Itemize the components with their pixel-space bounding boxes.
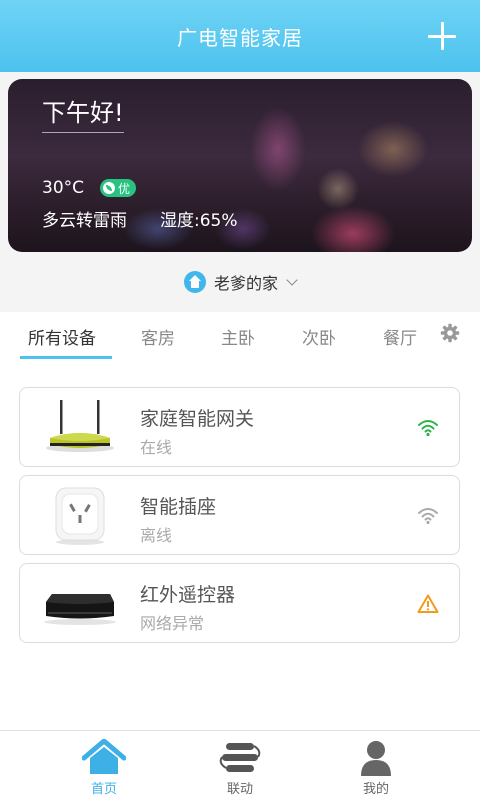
weather-card: 下午好! 30°C 优 多云转雷雨 湿度:65% (8, 79, 472, 252)
smart-plug-device-image (55, 487, 105, 545)
wifi-online-icon (418, 420, 438, 437)
router-device-image (46, 400, 114, 452)
linkage-icon (219, 743, 261, 772)
home-icon (183, 271, 206, 293)
device-name: 红外遥控器 (140, 584, 236, 606)
device-name: 家庭智能网关 (140, 408, 255, 430)
device-card-ir-remote[interactable]: 红外遥控器 网络异常 (19, 563, 460, 643)
home-name: 老爹的家 (213, 274, 278, 293)
ir-remote-device-image (44, 594, 116, 625)
aqi-badge: 优 (100, 179, 137, 197)
device-card-smart-plug[interactable]: 智能插座 离线 (19, 475, 460, 555)
device-name: 智能插座 (140, 496, 217, 518)
page-title: 广电智能家居 (177, 25, 303, 50)
nav-label-profile: 我的 (362, 782, 389, 797)
device-status: 离线 (140, 526, 173, 545)
gear-icon[interactable] (440, 323, 460, 343)
home-icon (82, 739, 126, 774)
wifi-offline-icon (418, 508, 438, 525)
humidity-text: 湿度:65% (160, 211, 238, 231)
tab-second-bedroom[interactable]: 次卧 (302, 324, 336, 349)
warning-icon (417, 594, 439, 613)
home-selector[interactable]: 老爹的家 (0, 265, 480, 299)
tab-guest-room[interactable]: 客房 (141, 324, 175, 349)
bottom-nav: 首页 联动 我的 (0, 730, 480, 800)
tab-all-devices[interactable]: 所有设备 (28, 324, 96, 349)
leaf-icon (103, 182, 115, 194)
chevron-down-icon (286, 274, 298, 286)
greeting-text: 下午好! (42, 93, 124, 133)
device-status: 在线 (140, 438, 173, 457)
room-tabs: 所有设备 客房 主卧 次卧 餐厅 (0, 312, 480, 360)
add-device-button[interactable] (424, 18, 460, 54)
user-icon (361, 741, 391, 776)
nav-item-profile[interactable]: 我的 (296, 731, 456, 800)
active-tab-indicator (20, 356, 112, 359)
device-status: 网络异常 (140, 614, 205, 633)
weather-description: 多云转雷雨 (42, 211, 127, 231)
aqi-label: 优 (118, 181, 131, 196)
tab-dining-room[interactable]: 餐厅 (383, 324, 417, 349)
device-card-gateway[interactable]: 家庭智能网关 在线 (19, 387, 460, 467)
tab-master-bedroom[interactable]: 主卧 (221, 324, 255, 349)
app-header: 广电智能家居 (0, 0, 480, 72)
weather-section: 下午好! 30°C 优 多云转雷雨 湿度:65% 老爹的家 (0, 72, 480, 312)
temperature: 30°C (42, 178, 85, 198)
